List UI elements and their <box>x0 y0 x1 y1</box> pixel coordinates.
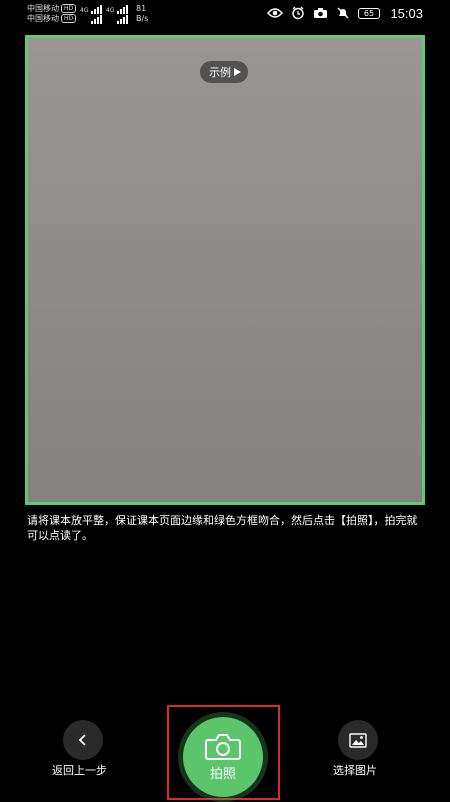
status-icons: 65 <box>267 6 380 20</box>
example-button[interactable]: 示例 <box>200 61 248 83</box>
bottom-bar: 返回上一步 拍照 选择图片 <box>0 700 450 802</box>
speed-value: 81 <box>136 4 147 13</box>
example-label: 示例 <box>209 66 231 79</box>
back-button[interactable] <box>63 720 103 760</box>
camera-icon <box>205 733 241 760</box>
shutter-ring: 拍照 <box>178 712 268 802</box>
camera-viewfinder: 示例 <box>25 35 425 505</box>
signal-icon: 4G 4G <box>80 5 128 24</box>
camera-icon <box>314 8 327 18</box>
eye-icon <box>267 8 283 18</box>
chevron-left-icon <box>78 734 86 746</box>
instruction-text: 请将课本放平整，保证课本页面边缘和绿色方框吻合，然后点击【拍照】，拍完就可以点读… <box>27 514 418 542</box>
network-2-label: 4G <box>106 7 115 14</box>
status-bar: 中国移动 HD 中国移动 HD 4G 4G 81 B/s 65 15:03 <box>0 0 450 30</box>
network-speed: 81 B/s <box>136 4 148 24</box>
play-arrow-icon <box>234 68 241 76</box>
carrier-2: 中国移动 HD <box>27 14 77 23</box>
shutter-label: 拍照 <box>209 766 236 782</box>
choose-image-button[interactable] <box>338 720 378 760</box>
hd-badge-1: HD <box>61 4 77 13</box>
alarm-icon <box>292 6 304 20</box>
network-1-label: 4G <box>80 7 89 14</box>
choose-image-label: 选择图片 <box>333 764 377 777</box>
back-label: 返回上一步 <box>52 764 107 777</box>
image-icon <box>349 732 367 748</box>
mute-icon <box>337 7 349 19</box>
carrier-1: 中国移动 HD <box>27 4 77 13</box>
clock: 15:03 <box>390 6 423 21</box>
hd-badge-2: HD <box>61 14 77 23</box>
speed-unit: B/s <box>136 14 149 23</box>
shutter-button[interactable]: 拍照 <box>183 717 263 797</box>
carrier-1-label: 中国移动 <box>27 4 59 13</box>
battery-icon: 65 <box>358 7 380 19</box>
carrier-2-label: 中国移动 <box>27 14 59 23</box>
